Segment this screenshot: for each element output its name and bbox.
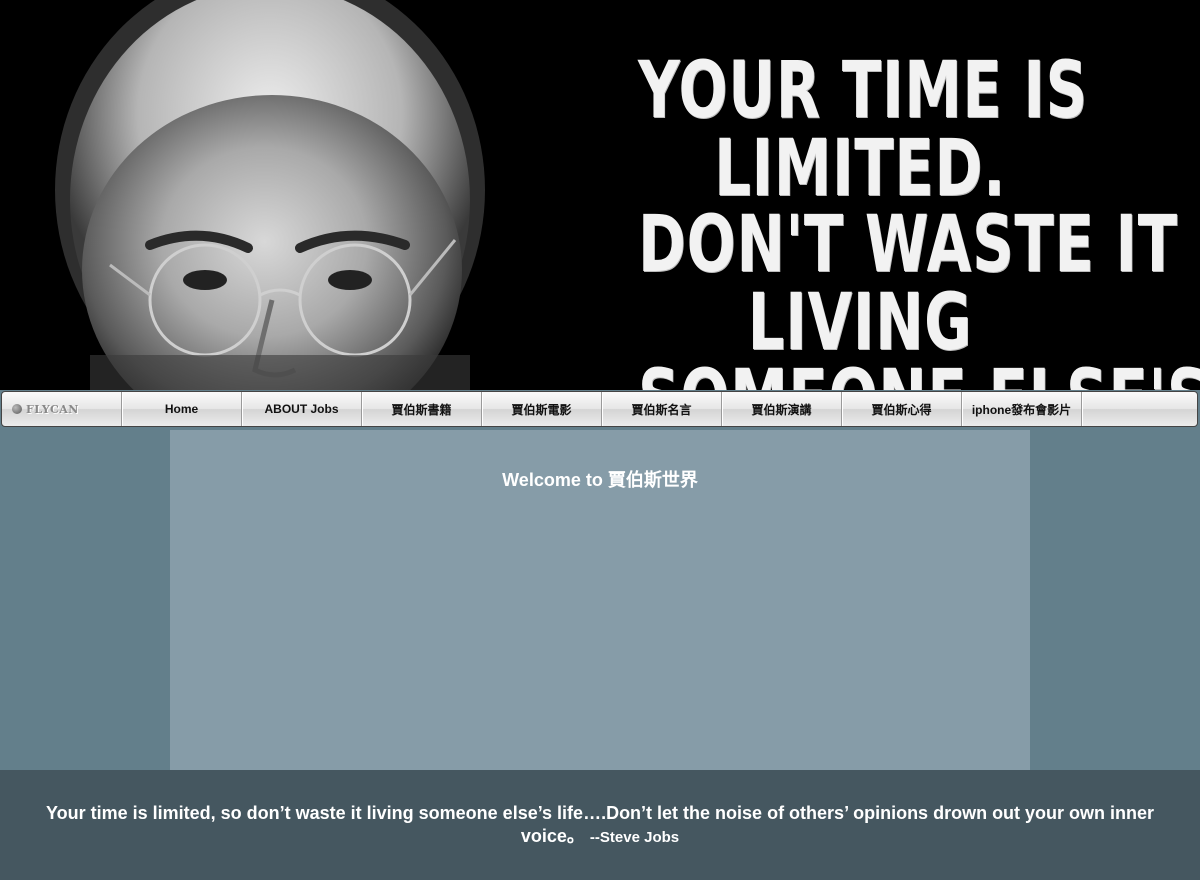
logo-text: FLYCAN	[26, 402, 79, 416]
banner-quote-line: DON'T WASTE IT	[638, 200, 1178, 290]
banner-quote-line: LIVING	[747, 278, 973, 368]
logo-dot-icon	[12, 404, 22, 414]
nav-logo[interactable]: FLYCAN	[2, 392, 122, 426]
banner-quote-line: YOUR TIME IS	[638, 46, 1088, 136]
nav-item-quotes[interactable]: 賈伯斯名言	[602, 392, 722, 426]
footer: Your time is limited, so don’t waste it …	[0, 770, 1200, 880]
nav-item-speeches[interactable]: 賈伯斯演講	[722, 392, 842, 426]
nav-item-home[interactable]: Home	[122, 392, 242, 426]
nav-item-reflections[interactable]: 賈伯斯心得	[842, 392, 962, 426]
nav-item-movies[interactable]: 賈伯斯電影	[482, 392, 602, 426]
nav-item-iphone-videos[interactable]: iphone發布會影片	[962, 392, 1082, 426]
page: YOUR TIME IS LIMITED. DON'T WASTE IT LIV…	[0, 0, 1200, 880]
banner-quote-line: SOMEONE ELSE'S	[638, 360, 1200, 390]
portrait-image	[0, 0, 560, 390]
header-banner: YOUR TIME IS LIMITED. DON'T WASTE IT LIV…	[0, 0, 1200, 390]
nav-item-about-jobs[interactable]: ABOUT Jobs	[242, 392, 362, 426]
welcome-heading: Welcome to 賈伯斯世界	[502, 470, 698, 490]
main-content: Welcome to 賈伯斯世界	[170, 430, 1030, 770]
main-nav: FLYCAN Home ABOUT Jobs 賈伯斯書籍 賈伯斯電影 賈伯斯名言…	[1, 391, 1198, 427]
banner-quote-line: LIMITED.	[714, 124, 1006, 214]
nav-item-books[interactable]: 賈伯斯書籍	[362, 392, 482, 426]
footer-author: --Steve Jobs	[589, 829, 680, 846]
banner-quote-art: YOUR TIME IS LIMITED. DON'T WASTE IT LIV…	[560, 0, 1200, 390]
footer-quote-block: Your time is limited, so don’t waste it …	[40, 802, 1160, 849]
